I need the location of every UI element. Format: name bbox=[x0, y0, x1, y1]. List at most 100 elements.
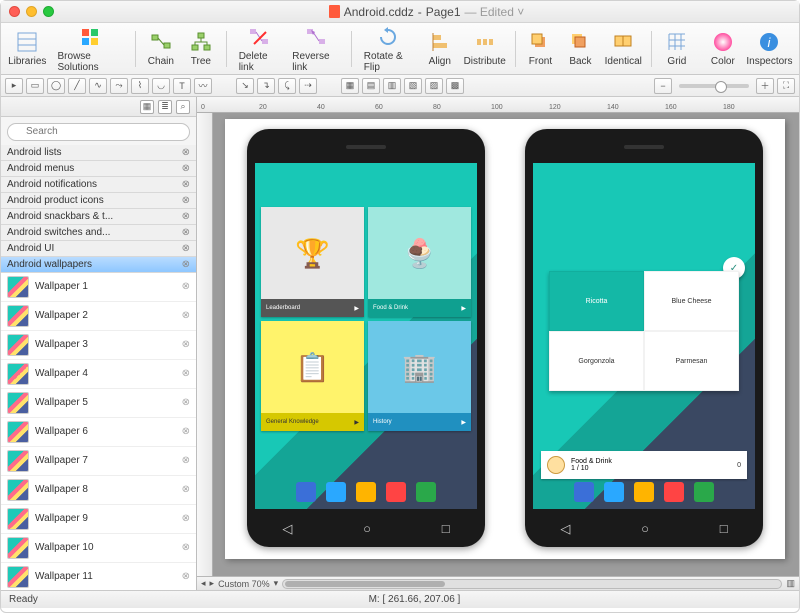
category-card[interactable]: 📋General Knowledge▶ bbox=[261, 321, 364, 431]
distribute-button[interactable]: Distribute bbox=[463, 28, 507, 69]
remove-icon[interactable]: ⊗ bbox=[182, 513, 190, 524]
quiz-answer[interactable]: Ricotta bbox=[549, 271, 644, 331]
quiz-answer[interactable]: Blue Cheese bbox=[644, 271, 739, 331]
library-category[interactable]: Android snackbars & t...⊗ bbox=[1, 209, 196, 225]
inspectors-button[interactable]: iInspectors bbox=[746, 28, 793, 69]
color-button[interactable]: Color bbox=[706, 28, 740, 69]
dock-app-icon[interactable] bbox=[574, 482, 594, 502]
libraries-button[interactable]: Libraries bbox=[7, 28, 48, 69]
close-window-button[interactable] bbox=[9, 6, 20, 17]
close-icon[interactable]: ⊗ bbox=[182, 227, 190, 238]
minimize-window-button[interactable] bbox=[26, 6, 37, 17]
search-input[interactable] bbox=[7, 123, 190, 141]
close-icon[interactable]: ⊗ bbox=[182, 163, 190, 174]
snap-tool-3[interactable]: ▥ bbox=[383, 78, 401, 94]
library-category[interactable]: Android product icons⊗ bbox=[1, 193, 196, 209]
library-category[interactable]: Android UI⊗ bbox=[1, 241, 196, 257]
close-icon[interactable]: ⊗ bbox=[182, 179, 190, 190]
dock-app-icon[interactable] bbox=[664, 482, 684, 502]
quiz-answer[interactable]: Gorgonzola bbox=[549, 331, 644, 391]
dock-app-icon[interactable] bbox=[386, 482, 406, 502]
library-category[interactable]: Android wallpapers⊗ bbox=[1, 257, 196, 273]
snap-tool-5[interactable]: ▨ bbox=[425, 78, 443, 94]
back-button[interactable]: Back bbox=[563, 28, 597, 69]
text-tool[interactable]: T bbox=[173, 78, 191, 94]
dock-app-icon[interactable] bbox=[634, 482, 654, 502]
grid-button[interactable]: Grid bbox=[660, 28, 694, 69]
view-grid-button[interactable]: ▦ bbox=[140, 100, 154, 114]
nav-home-icon[interactable]: ○ bbox=[363, 521, 371, 537]
remove-icon[interactable]: ⊗ bbox=[182, 571, 190, 582]
remove-icon[interactable]: ⊗ bbox=[182, 339, 190, 350]
shape-item[interactable]: Wallpaper 4⊗ bbox=[1, 360, 196, 389]
shape-item[interactable]: Wallpaper 10⊗ bbox=[1, 534, 196, 563]
front-button[interactable]: Front bbox=[523, 28, 557, 69]
zoom-out-button[interactable]: − bbox=[654, 78, 672, 94]
reverse-link-button[interactable]: Reverse link bbox=[288, 23, 343, 75]
close-icon[interactable]: ⊗ bbox=[182, 195, 190, 206]
nav-recent-icon[interactable]: □ bbox=[720, 521, 728, 537]
shape-item[interactable]: Wallpaper 11⊗ bbox=[1, 563, 196, 591]
quiz-answer[interactable]: Parmesan bbox=[644, 331, 739, 391]
polyline-tool[interactable]: ⌇ bbox=[131, 78, 149, 94]
line-tool[interactable]: ╱ bbox=[68, 78, 86, 94]
zoom-slider[interactable] bbox=[679, 84, 749, 88]
library-category[interactable]: Android menus⊗ bbox=[1, 161, 196, 177]
panel-toggle-icon[interactable]: ▥ bbox=[786, 578, 795, 589]
snap-tool-6[interactable]: ▩ bbox=[446, 78, 464, 94]
view-list-button[interactable]: ≣ bbox=[158, 100, 172, 114]
dock-app-icon[interactable] bbox=[296, 482, 316, 502]
curve-tool[interactable]: ∿ bbox=[89, 78, 107, 94]
shape-item[interactable]: Wallpaper 5⊗ bbox=[1, 389, 196, 418]
close-icon[interactable]: ⊗ bbox=[182, 211, 190, 222]
shape-item[interactable]: Wallpaper 3⊗ bbox=[1, 331, 196, 360]
view-search-button[interactable]: ⌕ bbox=[176, 100, 190, 114]
dock-app-icon[interactable] bbox=[326, 482, 346, 502]
remove-icon[interactable]: ⊗ bbox=[182, 368, 190, 379]
snap-tool-2[interactable]: ▤ bbox=[362, 78, 380, 94]
library-category[interactable]: Android notifications⊗ bbox=[1, 177, 196, 193]
nav-back-icon[interactable]: ◁ bbox=[282, 521, 292, 537]
phone-mockup-1[interactable]: ▾ ▮ ▪ 12:30 Italian for Beginners 🏆Leade… bbox=[247, 129, 485, 547]
chain-button[interactable]: Chain bbox=[144, 28, 178, 69]
zoom-dropdown-icon[interactable]: ▾ bbox=[274, 578, 279, 589]
spline-tool[interactable]: 〰 bbox=[194, 78, 212, 94]
ellipse-tool[interactable]: ◯ bbox=[47, 78, 65, 94]
category-card[interactable]: 🍨Food & Drink▶ bbox=[368, 207, 471, 317]
shape-item[interactable]: Wallpaper 2⊗ bbox=[1, 302, 196, 331]
remove-icon[interactable]: ⊗ bbox=[182, 484, 190, 495]
rotate-flip-button[interactable]: Rotate & Flip bbox=[360, 23, 417, 75]
nav-recent-icon[interactable]: □ bbox=[442, 521, 450, 537]
chevron-down-icon[interactable]: ˅ bbox=[517, 5, 524, 19]
dock-app-icon[interactable] bbox=[416, 482, 436, 502]
page-nav-next[interactable]: ▸ bbox=[210, 578, 215, 589]
identical-button[interactable]: Identical bbox=[603, 28, 643, 69]
conn-curve-tool[interactable]: ⤹ bbox=[278, 78, 296, 94]
remove-icon[interactable]: ⊗ bbox=[182, 397, 190, 408]
shape-item[interactable]: Wallpaper 9⊗ bbox=[1, 505, 196, 534]
dock-app-icon[interactable] bbox=[356, 482, 376, 502]
zoom-label[interactable]: Custom 70% bbox=[218, 579, 270, 589]
phone-mockup-2[interactable]: ▾ ▮ ▪ 12:30 Italian for Beginners ← bbox=[525, 129, 763, 547]
zoom-window-button[interactable] bbox=[43, 6, 54, 17]
conn-straight-tool[interactable]: ↘ bbox=[236, 78, 254, 94]
shape-item[interactable]: Wallpaper 1⊗ bbox=[1, 273, 196, 302]
category-card[interactable]: 🏆Leaderboard▶ bbox=[261, 207, 364, 317]
zoom-fit-button[interactable]: ⛶ bbox=[777, 78, 795, 94]
snap-tool-4[interactable]: ▧ bbox=[404, 78, 422, 94]
close-icon[interactable]: ⊗ bbox=[182, 259, 190, 270]
tree-button[interactable]: Tree bbox=[184, 28, 218, 69]
remove-icon[interactable]: ⊗ bbox=[182, 310, 190, 321]
arc-tool[interactable]: ◡ bbox=[152, 78, 170, 94]
dock-app-icon[interactable] bbox=[604, 482, 624, 502]
shape-item[interactable]: Wallpaper 6⊗ bbox=[1, 418, 196, 447]
remove-icon[interactable]: ⊗ bbox=[182, 455, 190, 466]
page-nav-prev[interactable]: ◂ bbox=[201, 578, 206, 589]
shape-item[interactable]: Wallpaper 7⊗ bbox=[1, 447, 196, 476]
connector-tool[interactable]: ⤳ bbox=[110, 78, 128, 94]
dock-app-icon[interactable] bbox=[694, 482, 714, 502]
horizontal-scrollbar[interactable] bbox=[282, 579, 782, 589]
close-icon[interactable]: ⊗ bbox=[182, 243, 190, 254]
browse-solutions-button[interactable]: Browse Solutions bbox=[54, 23, 128, 75]
remove-icon[interactable]: ⊗ bbox=[182, 281, 190, 292]
